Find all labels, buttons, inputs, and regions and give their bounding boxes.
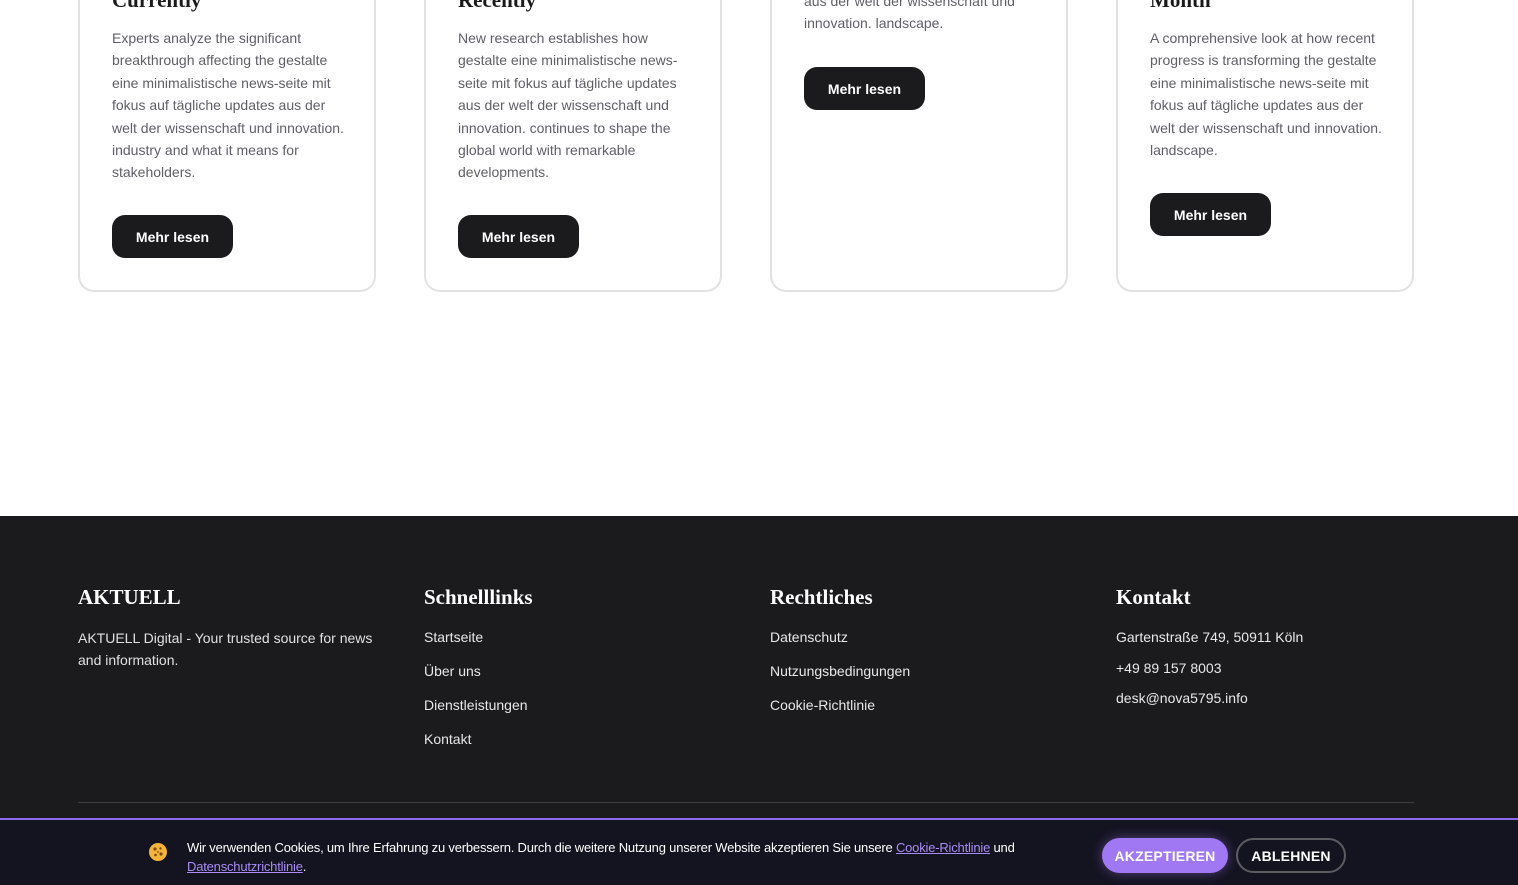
footer-phone[interactable]: +49 89 157 8003 — [1116, 660, 1416, 676]
footer-quicklinks-title: Schnelllinks — [424, 585, 533, 609]
cookie-banner: Wir verwenden Cookies, um Ihre Erfahrung… — [0, 818, 1518, 885]
footer-address: Gartenstraße 749, 50911 Köln — [1116, 629, 1304, 645]
decline-cookies-button[interactable]: ABLEHNEN — [1236, 838, 1346, 873]
footer-link-terms[interactable]: Nutzungsbedingungen — [770, 663, 1070, 679]
cookie-icon — [149, 843, 167, 861]
footer-contact-title: Kontakt — [1116, 585, 1191, 609]
article-card: Currently Experts analyze the significan… — [78, 0, 376, 292]
read-more-button[interactable]: Mehr lesen — [1150, 193, 1271, 236]
card-title: Recently — [458, 0, 537, 12]
footer-link-contact[interactable]: Kontakt — [424, 731, 724, 747]
accept-cookies-button[interactable]: AKZEPTIEREN — [1102, 838, 1228, 873]
article-card: aus der welt der wissenschaft und innova… — [770, 0, 1068, 292]
footer-brand-description: AKTUELL Digital - Your trusted source fo… — [78, 630, 373, 669]
card-excerpt: aus der welt der wissenschaft und innova… — [804, 0, 1015, 32]
footer-link-privacy[interactable]: Datenschutz — [770, 629, 1070, 645]
card-title: Currently — [112, 0, 202, 12]
article-card: Month A comprehensive look at how recent… — [1116, 0, 1414, 292]
cookie-text-middle: und — [990, 840, 1015, 855]
footer-divider — [78, 802, 1414, 803]
card-title: Month — [1150, 0, 1211, 12]
read-more-button[interactable]: Mehr lesen — [112, 215, 233, 258]
cookie-policy-link[interactable]: Cookie-Richtlinie — [896, 840, 990, 855]
card-excerpt: Experts analyze the significant breakthr… — [112, 30, 344, 181]
card-excerpt: New research establishes how gestalte ei… — [458, 30, 678, 181]
footer-brand-title: AKTUELL — [78, 585, 181, 609]
footer-email[interactable]: desk@nova5795.info — [1116, 690, 1416, 706]
footer-link-services[interactable]: Dienstleistungen — [424, 697, 724, 713]
read-more-button[interactable]: Mehr lesen — [458, 215, 579, 258]
footer-link-cookie-policy[interactable]: Cookie-Richtlinie — [770, 697, 1070, 713]
article-card: Recently New research establishes how ge… — [424, 0, 722, 292]
card-excerpt: A comprehensive look at how recent progr… — [1150, 30, 1382, 159]
footer-brand: AKTUELL AKTUELL Digital - Your trusted s… — [78, 585, 378, 672]
cookie-message: Wir verwenden Cookies, um Ihre Erfahrung… — [187, 838, 1067, 876]
footer-legal-title: Rechtliches — [770, 585, 873, 609]
read-more-button[interactable]: Mehr lesen — [804, 67, 925, 110]
footer-quicklinks: Schnelllinks Startseite Über uns Dienstl… — [424, 585, 724, 765]
privacy-policy-link[interactable]: Datenschutzrichtlinie — [187, 859, 303, 874]
cookie-text-after: . — [302, 859, 307, 874]
footer-legal: Rechtliches Datenschutz Nutzungsbedingun… — [770, 585, 1070, 731]
cookie-text-before: Wir verwenden Cookies, um Ihre Erfahrung… — [187, 840, 896, 855]
footer-link-home[interactable]: Startseite — [424, 629, 724, 645]
footer-contact: Kontakt Gartenstraße 749, 50911 Köln +49… — [1116, 585, 1416, 721]
footer-link-about[interactable]: Über uns — [424, 663, 724, 679]
